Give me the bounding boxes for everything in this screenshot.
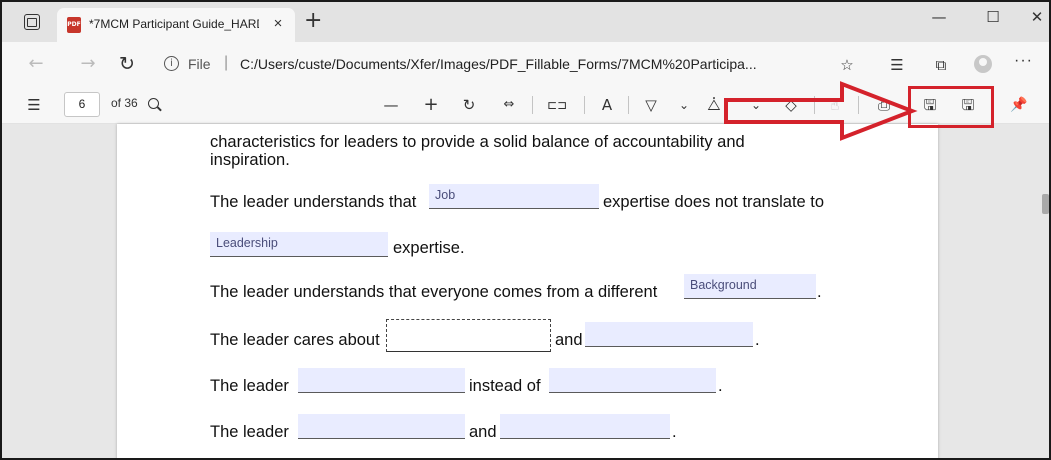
profile-avatar[interactable] [974,55,992,73]
info-icon[interactable]: i [164,56,179,71]
minimize-button[interactable]: — [916,6,962,32]
page-total: of 36 [111,96,138,110]
sentence-3-start: The leader understands that everyone com… [210,283,658,301]
tab-close-icon[interactable]: × [269,14,287,34]
sentence-6-start: The leader [210,423,289,441]
viewer-background-left [2,124,117,458]
new-tab-button[interactable]: + [304,10,322,32]
url-scheme: File [188,56,211,72]
paragraph-line-1: characteristics for leaders to provide a… [210,133,745,151]
collections-icon[interactable]: ⧉ [930,54,952,76]
page-view-icon[interactable]: ⊏⊐ [544,94,570,116]
sentence-5-instead-of: instead of [469,377,541,395]
toolbar-divider [628,96,629,114]
sentence-6-and: and [469,423,497,441]
form-field-instead-of[interactable] [549,368,716,393]
toolbar-divider [584,96,585,114]
pin-toolbar-icon[interactable]: 📌 [1008,94,1030,116]
favorite-add-icon[interactable]: ☆ [836,54,858,76]
annotation-arrow-icon [724,81,918,141]
close-window-button[interactable]: ✕ [1014,6,1049,32]
pdf-file-icon: PDF [67,17,81,33]
form-field-cares-about-1[interactable] [386,319,551,352]
rotate-icon[interactable]: ↻ [458,94,480,116]
back-button[interactable]: ← [24,52,48,76]
sentence-4-period: . [755,331,760,349]
zoom-out-button[interactable]: — [380,94,402,116]
page-number-input[interactable]: 6 [64,92,100,117]
sentence-5-start: The leader [210,377,289,395]
scrollbar-thumb[interactable] [1042,194,1049,214]
form-field-leader-and-1[interactable] [298,414,465,439]
sentence-4-and: and [555,331,583,349]
draw-icon[interactable]: ▽ [640,94,662,116]
url-text[interactable]: C:/Users/custe/Documents/Xfer/Images/PDF… [240,56,757,72]
tab-actions-icon[interactable] [24,14,40,30]
more-menu-button[interactable]: ··· [1014,52,1033,70]
sentence-4-start: The leader cares about [210,331,380,349]
tab-bar: PDF *7MCM Participant Guide_HARD × + — ☐… [2,2,1049,42]
vertical-scrollbar[interactable] [1038,124,1049,458]
draw-chevron-icon[interactable]: ⌄ [676,94,692,116]
browser-window: PDF *7MCM Participant Guide_HARD × + — ☐… [0,0,1051,460]
sentence-3-period: . [817,283,822,301]
form-field-background[interactable]: Background [684,274,816,299]
zoom-in-button[interactable]: + [420,94,442,116]
sentence-1-start: The leader understands that [210,193,417,211]
address-bar[interactable]: i File | C:/Users/custe/Documents/Xfer/I… [154,49,826,80]
form-field-leader-action[interactable] [298,368,465,393]
search-icon[interactable] [148,98,159,109]
refresh-button[interactable]: ↻ [115,52,139,76]
pdf-page: characteristics for leaders to provide a… [117,124,938,458]
annotation-highlight-box [908,86,994,128]
sentence-2-end: expertise. [393,239,465,257]
forward-button[interactable]: → [76,52,100,76]
maximize-button[interactable]: ☐ [970,6,1016,32]
form-field-job[interactable]: Job [429,184,599,209]
sentence-6-period: . [672,423,677,441]
browser-tab[interactable]: PDF *7MCM Participant Guide_HARD × [57,8,295,42]
form-field-leadership[interactable]: Leadership [210,232,388,257]
read-aloud-icon[interactable]: A [596,94,618,116]
favorites-icon[interactable]: ☰ [886,54,908,76]
highlight-icon[interactable]: ⧊ [704,94,724,116]
form-field-cares-about-2[interactable] [585,322,753,347]
viewer-background-right [938,124,1049,458]
tab-title: *7MCM Participant Guide_HARD [89,17,259,31]
toolbar-divider [532,96,533,114]
paragraph-line-2: inspiration. [210,151,290,169]
contents-icon[interactable]: ☰ [24,94,44,116]
url-separator: | [224,54,229,71]
sentence-5-period: . [718,377,723,395]
sentence-1-end: expertise does not translate to [603,193,825,211]
form-field-leader-and-2[interactable] [500,414,670,439]
fit-to-page-icon[interactable]: ⇔ [498,94,520,116]
